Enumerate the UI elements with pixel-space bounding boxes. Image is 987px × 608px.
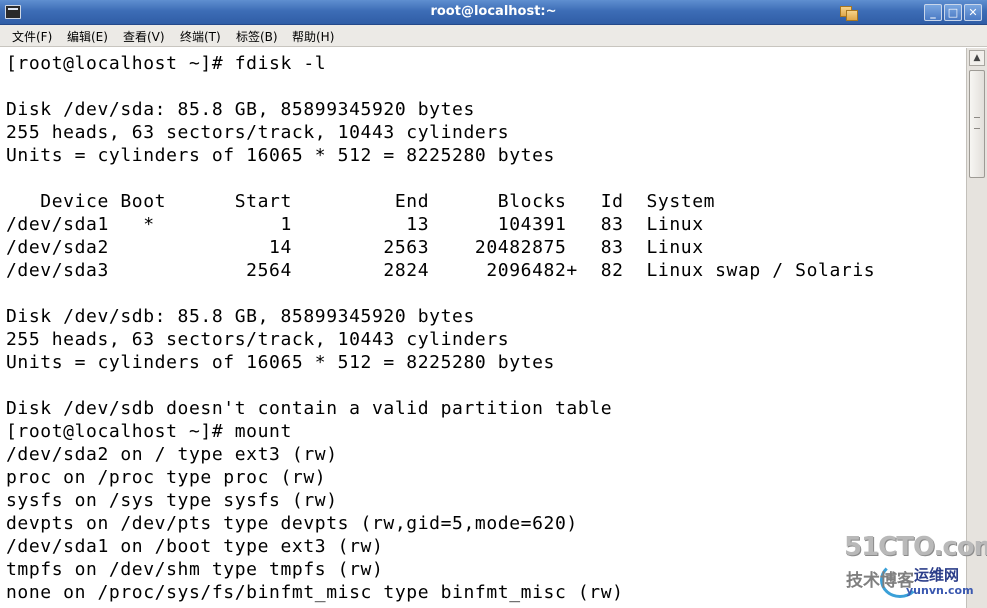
terminal-line: Device Boot Start End Blocks Id System	[6, 191, 716, 212]
terminal-line: proc on /proc type proc (rw)	[6, 467, 327, 488]
terminal-line: Units = cylinders of 16065 * 512 = 82252…	[6, 145, 555, 166]
menu-terminal[interactable]: 终端(T)	[180, 28, 221, 45]
terminal-line: /dev/sda1 on /boot type ext3 (rw)	[6, 536, 384, 557]
terminal-output[interactable]: [root@localhost ~]# fdisk -l Disk /dev/s…	[0, 48, 966, 608]
scroll-thumb[interactable]	[969, 70, 985, 178]
menu-tabs[interactable]: 标签(B)	[236, 28, 278, 45]
title-bar[interactable]: root@localhost:~ _ □ ✕	[0, 0, 987, 25]
terminal-line: [root@localhost ~]# fdisk -l	[6, 53, 327, 74]
menu-file[interactable]: 文件(F)	[12, 28, 52, 45]
terminal-line: /dev/sda2 on / type ext3 (rw)	[6, 444, 338, 465]
terminal-line: Disk /dev/sdb doesn't contain a valid pa…	[6, 398, 613, 419]
scroll-up-arrow-icon[interactable]: ▲	[969, 50, 985, 66]
window-resize-icon	[838, 5, 860, 22]
terminal-line: /dev/sda1 * 1 13 104391 83 Linux	[6, 214, 704, 235]
terminal-line: tmpfs on /dev/shm type tmpfs (rw)	[6, 559, 384, 580]
menu-edit[interactable]: 编辑(E)	[67, 28, 108, 45]
terminal-line: /dev/sda3 2564 2824 2096482+ 82 Linux sw…	[6, 260, 876, 281]
menu-view[interactable]: 查看(V)	[123, 28, 165, 45]
terminal-line: /dev/sda2 14 2563 20482875 83 Linux	[6, 237, 704, 258]
terminal-line: none on /proc/sys/fs/binfmt_misc type bi…	[6, 582, 624, 603]
maximize-button[interactable]: □	[944, 4, 962, 21]
terminal-line: 255 heads, 63 sectors/track, 10443 cylin…	[6, 329, 510, 350]
terminal-line: sysfs on /sys type sysfs (rw)	[6, 490, 338, 511]
close-button[interactable]: ✕	[964, 4, 982, 21]
terminal-line: Disk /dev/sda: 85.8 GB, 85899345920 byte…	[6, 99, 475, 120]
vertical-scrollbar[interactable]: ▲	[966, 48, 987, 608]
menu-help[interactable]: 帮助(H)	[292, 28, 334, 45]
terminal-line: devpts on /dev/pts type devpts (rw,gid=5…	[6, 513, 578, 534]
terminal-line: Units = cylinders of 16065 * 512 = 82252…	[6, 352, 555, 373]
minimize-button[interactable]: _	[924, 4, 942, 21]
menu-bar: 文件(F) 编辑(E) 查看(V) 终端(T) 标签(B) 帮助(H)	[0, 25, 987, 47]
terminal-line: 255 heads, 63 sectors/track, 10443 cylin…	[6, 122, 510, 143]
terminal-line: [root@localhost ~]# mount	[6, 421, 292, 442]
terminal-line: Disk /dev/sdb: 85.8 GB, 85899345920 byte…	[6, 306, 475, 327]
